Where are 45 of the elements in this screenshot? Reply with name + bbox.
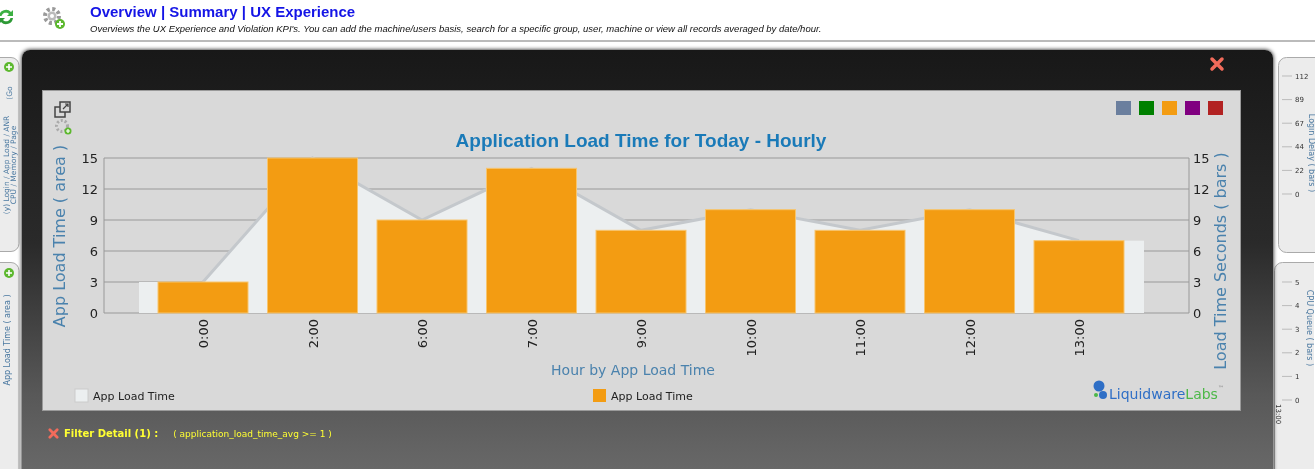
axis-tick: 12 bbox=[81, 182, 98, 197]
axis-title: Login Delay ( bars ) bbox=[1307, 113, 1315, 193]
add-icon[interactable] bbox=[4, 62, 14, 72]
axis-tick: 7:00 bbox=[524, 319, 540, 349]
legend-label: App Load Time bbox=[611, 390, 693, 403]
axis-tick: 3 bbox=[89, 275, 98, 290]
axis-title: Load Time Seconds ( bars ) bbox=[1211, 152, 1230, 370]
legend-label: App Load Time bbox=[93, 390, 175, 403]
axis-tick: 15 bbox=[1193, 151, 1210, 166]
add-icon[interactable] bbox=[4, 268, 14, 278]
axis-tick: 6 bbox=[89, 244, 98, 259]
axis-tick: 12 bbox=[1193, 182, 1210, 197]
axis-title: App Load Time ( area ) bbox=[3, 294, 12, 386]
axis-tick: 2:00 bbox=[305, 319, 321, 349]
legend-swatch bbox=[74, 388, 89, 403]
refresh-icon[interactable] bbox=[0, 7, 16, 27]
chart-title: Application Load Time for Today - Hourly bbox=[455, 130, 827, 151]
legend-swatch bbox=[593, 389, 606, 402]
axis-tick: 9 bbox=[89, 213, 98, 228]
axis-tick: 0 bbox=[89, 306, 98, 321]
axis-tick: 9 bbox=[1193, 213, 1202, 228]
close-icon[interactable] bbox=[1209, 56, 1225, 72]
axis-tick: 6 bbox=[1193, 244, 1202, 259]
logo-icon bbox=[1093, 380, 1107, 399]
axis-tick: 9:00 bbox=[634, 319, 649, 349]
axis-tick: 3 bbox=[1193, 275, 1202, 290]
gear-plus-icon[interactable] bbox=[42, 6, 66, 30]
logo: LiquidwareLabs$^{™}$ bbox=[1109, 384, 1224, 402]
expand-icon[interactable] bbox=[54, 101, 71, 118]
axis-tick: 11:00 bbox=[853, 319, 868, 357]
filter-value: ( application_load_time_avg >= 1 ) bbox=[173, 428, 332, 439]
axis-title: CPU Queue ( bars ) bbox=[1305, 289, 1314, 367]
axis-tick: 12:00 bbox=[962, 319, 978, 357]
remove-filter-icon[interactable] bbox=[48, 428, 59, 439]
axis-title: Hour by App Load Time bbox=[551, 362, 715, 378]
axis-tick: 13:00 bbox=[1072, 319, 1087, 357]
axis-tick: 6:00 bbox=[415, 319, 430, 349]
page-description: Overviews the UX Experience and Violation KPI's. You can add the machine/users basis, search for a specific group, user, machine or view all records averaged by date/hour. bbox=[90, 23, 822, 34]
axis-tick: 0 bbox=[1193, 306, 1202, 321]
page-title-link[interactable]: Overview | Summary | UX Experience bbox=[90, 3, 822, 20]
axis-tick: 0:00 bbox=[196, 319, 211, 349]
filter-label: Filter Detail (1) : bbox=[64, 428, 159, 439]
axis-tick: 10:00 bbox=[743, 319, 759, 357]
axis-title: App Load Time ( area ) bbox=[50, 144, 69, 328]
axis-tick: 15 bbox=[81, 151, 98, 166]
